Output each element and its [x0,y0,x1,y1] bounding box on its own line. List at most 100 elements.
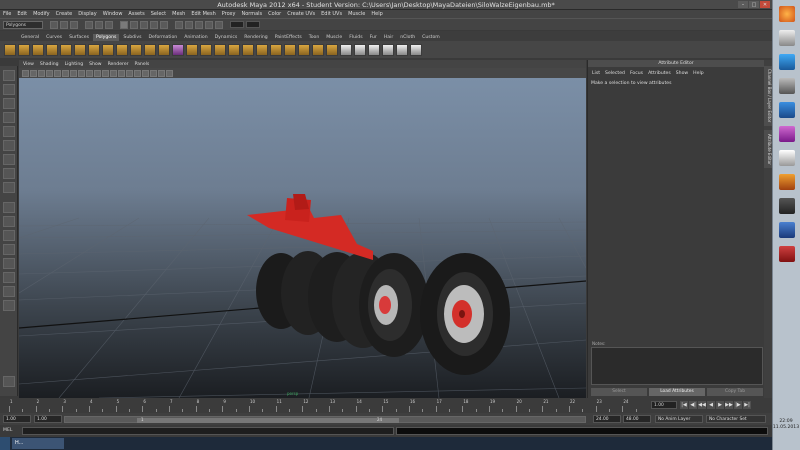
go-to-end-button[interactable]: ▶| [743,401,751,409]
move-tool-icon[interactable] [3,112,15,123]
open-scene-icon[interactable] [60,20,68,29]
single-perspective-layout-icon[interactable] [3,202,15,213]
channel-box-tab[interactable]: Channel Box / Layer Editor [764,66,772,126]
shelf-tab-muscle[interactable]: Muscle [323,34,345,41]
panel-menu-view[interactable]: View [23,62,34,67]
bookmarks-icon[interactable] [38,69,45,77]
wireframe-icon[interactable] [110,69,117,77]
menu-create-uvs[interactable]: Create UVs [287,11,315,17]
close-button[interactable]: ✕ [760,1,770,8]
ae-menu-show[interactable]: Show [676,71,688,76]
app-icon-4[interactable] [779,78,795,94]
app-icon-6[interactable] [779,126,795,142]
ae-menu-selected[interactable]: Selected [605,71,625,76]
four-view-layout-icon[interactable] [3,216,15,227]
poly-pyramid-icon[interactable] [102,43,114,56]
menu-normals[interactable]: Normals [241,11,262,17]
menu-edit[interactable]: Edit [17,11,27,17]
poly-prism-icon[interactable] [88,43,100,56]
play-forward-button[interactable]: ▶ [716,401,724,409]
command-language-label[interactable]: MEL [3,428,12,433]
poly-bridge-icon[interactable] [326,43,338,56]
paint-select-tool-icon[interactable] [3,98,15,109]
input-field-1[interactable] [230,21,244,28]
poly-uv-auto-icon[interactable] [382,43,394,56]
shelf-tab-painteffects[interactable]: PaintEffects [272,34,305,41]
poly-fill-hole-icon[interactable] [256,43,268,56]
shelf-tab-fur[interactable]: Fur [367,34,380,41]
file-explorer-icon[interactable] [779,30,795,46]
shelf-tab-dynamics[interactable]: Dynamics [212,34,241,41]
snap-plane-icon[interactable] [150,20,158,29]
poly-soccer-icon[interactable] [144,43,156,56]
shelf-tab-animation[interactable]: Animation [181,34,210,41]
panel-menu-panels[interactable]: Panels [135,62,150,67]
render-settings-icon[interactable] [215,20,223,29]
app-icon-7[interactable] [779,150,795,166]
end-time-field[interactable]: 48.00 [623,415,651,423]
menu-help[interactable]: Help [371,11,382,17]
camera-attributes-icon[interactable] [30,69,37,77]
poly-combine-icon[interactable] [172,43,184,56]
perspective-viewport[interactable]: persp [19,78,586,398]
shelf-tab-surfaces[interactable]: Surfaces [66,34,92,41]
select-hierarchy-icon[interactable] [85,20,93,29]
snap-point-icon[interactable] [140,20,148,29]
poly-split-icon[interactable] [284,43,296,56]
snap-live-icon[interactable] [160,20,168,29]
menu-file[interactable]: File [3,11,11,17]
app-icon-9[interactable] [779,198,795,214]
ae-menu-help[interactable]: Help [693,71,703,76]
poly-uv-cylindrical-icon[interactable] [354,43,366,56]
grid-toggle-icon[interactable] [54,69,61,77]
poly-uv-spherical-icon[interactable] [368,43,380,56]
input-field-2[interactable] [246,21,260,28]
shelf-tab-general[interactable]: General [18,34,42,41]
shelf-tab-custom[interactable]: Custom [419,34,443,41]
maya-icon[interactable] [779,54,795,70]
select-object-icon[interactable] [95,20,103,29]
copy-tab-button[interactable]: Copy Tab [707,388,763,396]
start-time-field[interactable]: 1.00 [3,415,31,423]
ae-menu-focus[interactable]: Focus [630,71,643,76]
minimize-button[interactable]: – [738,1,748,8]
image-plane-icon[interactable] [46,69,53,77]
command-input[interactable] [22,427,394,435]
firefox-icon[interactable] [779,6,795,22]
attribute-editor-tab[interactable]: Attribute Editor [764,130,772,168]
character-set-dropdown[interactable]: No Character Set [706,415,766,423]
ae-menu-list[interactable]: List [592,71,600,76]
range-slider[interactable]: 1 24 [64,416,586,423]
taskbar-maya-window[interactable]: H... [12,438,64,449]
poly-cone-icon[interactable] [46,43,58,56]
poly-extract-icon[interactable] [200,43,212,56]
shelf-tab-subdivs[interactable]: Subdivs [120,34,144,41]
menu-set-dropdown[interactable]: Polygons [3,20,43,29]
menu-edit-mesh[interactable]: Edit Mesh [191,11,215,17]
poly-bevel-icon[interactable] [298,43,310,56]
range-slider-handle[interactable] [137,418,399,423]
poly-plane-icon[interactable] [60,43,72,56]
shelf-tab-deformation[interactable]: Deformation [145,34,180,41]
playback-end-field[interactable]: 24.00 [593,415,621,423]
persp-graph-layout-icon[interactable] [3,244,15,255]
menu-create[interactable]: Create [56,11,73,17]
save-scene-icon[interactable] [70,20,78,29]
menu-proxy[interactable]: Proxy [222,11,236,17]
menu-select[interactable]: Select [151,11,166,17]
shelf-tab-polygons[interactable]: Polygons [92,34,120,41]
ipr-render-icon[interactable] [205,20,213,29]
film-gate-icon[interactable] [62,69,69,77]
select-component-icon[interactable] [105,20,113,29]
select-button[interactable]: Select [591,388,647,396]
poly-extrude-icon[interactable] [312,43,324,56]
poly-checker-icon[interactable] [410,43,422,56]
app-icon-10[interactable] [779,222,795,238]
gate-mask-icon[interactable] [78,69,85,77]
notes-field[interactable] [591,347,763,385]
shelf-tab-curves[interactable]: Curves [43,34,65,41]
poly-mirror-icon[interactable] [242,43,254,56]
lights-icon[interactable] [142,69,149,77]
manipulator-tool-icon[interactable] [3,154,15,165]
time-slider[interactable]: 1 2 3 4 5 6 7 8 9 10 11 12 13 14 15 16 17 18 19 20 21 22 23 24 … [0,398,772,413]
